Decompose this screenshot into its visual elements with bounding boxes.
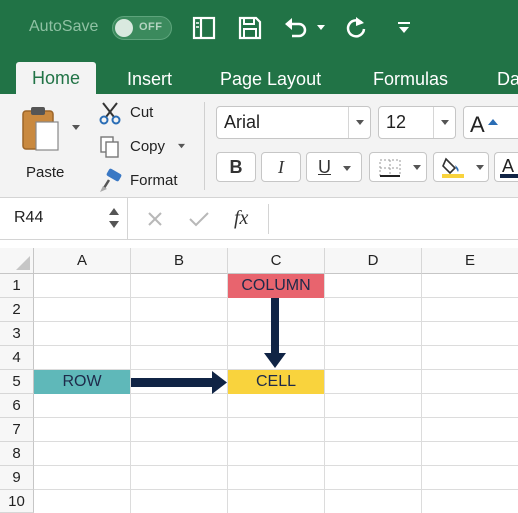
font-name-dropdown-icon [348, 107, 370, 138]
cancel-icon[interactable] [146, 210, 164, 228]
grid-line [34, 345, 518, 346]
formula-bar: R44 fx [0, 198, 518, 240]
tab-insert[interactable]: Insert [127, 65, 172, 94]
row-header-10[interactable]: 10 [0, 490, 34, 513]
row-header-9[interactable]: 9 [0, 466, 34, 490]
font-name-select[interactable]: Arial [216, 106, 371, 139]
cell-c5-cell[interactable]: CELL [228, 370, 324, 394]
font-name-value: Arial [224, 112, 261, 132]
clipboard-icon [22, 107, 59, 151]
undo-icon[interactable] [282, 14, 310, 42]
italic-button[interactable]: I [261, 152, 301, 182]
grid-line [324, 274, 325, 513]
format-label: Format [130, 172, 178, 189]
arrow-right-icon [131, 378, 213, 387]
grid-line [34, 465, 518, 466]
cut-label: Cut [130, 104, 154, 121]
row-header-5[interactable]: 5 [0, 370, 34, 394]
row-header-2[interactable]: 2 [0, 298, 34, 322]
arrow-right-head-icon [212, 371, 227, 394]
svg-text:A: A [470, 113, 485, 135]
autosave-state: OFF [139, 21, 163, 33]
grid-line [130, 274, 131, 513]
row-header-3[interactable]: 3 [0, 322, 34, 346]
underline-dropdown-icon[interactable] [342, 165, 352, 173]
column-header-e[interactable]: E [422, 248, 518, 274]
row-header-7[interactable]: 7 [0, 418, 34, 442]
copy-button[interactable]: Copy [96, 134, 192, 160]
formula-input[interactable] [278, 209, 508, 229]
paint-bucket-icon [442, 157, 464, 178]
worksheet-grid: A B C D E 1 2 3 4 5 6 7 8 9 10 COLUMN RO… [0, 240, 518, 513]
arrow-down-head-icon [264, 353, 286, 368]
font-size-value: 12 [386, 112, 407, 132]
cut-button[interactable]: Cut [96, 100, 186, 126]
ribbon-divider [204, 102, 205, 190]
autosave-toggle[interactable]: OFF [112, 16, 172, 40]
column-header-c[interactable]: C [228, 248, 325, 274]
grid-line [421, 274, 422, 513]
select-all-triangle-icon [16, 256, 30, 270]
toggle-knob [115, 19, 133, 37]
grid-line [34, 321, 518, 322]
arrow-down-icon [271, 298, 279, 355]
font-size-dropdown-icon [433, 107, 455, 138]
row-header-6[interactable]: 6 [0, 394, 34, 418]
font-color-icon: A [500, 156, 518, 178]
save-icon[interactable] [236, 14, 264, 42]
sidebar-icon[interactable] [190, 14, 218, 42]
autosave-label: AutoSave [29, 18, 99, 35]
row-header-8[interactable]: 8 [0, 442, 34, 466]
tab-data[interactable]: Da [497, 65, 518, 94]
tab-formulas[interactable]: Formulas [373, 65, 448, 94]
title-bar: AutoSave OFF [0, 0, 518, 60]
grid-line [34, 489, 518, 490]
tab-home[interactable]: Home [16, 62, 97, 94]
font-color-button[interactable]: A [494, 152, 518, 182]
copy-label: Copy [130, 138, 166, 155]
increase-font-icon: A [470, 113, 498, 135]
customize-icon[interactable] [396, 20, 412, 36]
copy-dropdown-icon [178, 143, 185, 149]
borders-dropdown-icon [413, 165, 421, 170]
svg-text:A: A [502, 156, 514, 176]
format-painter-button[interactable]: Format [96, 168, 192, 194]
increase-font-button[interactable]: A [463, 106, 518, 139]
fill-color-dropdown-icon [476, 165, 484, 170]
redo-icon[interactable] [342, 14, 370, 42]
grid-line [34, 441, 518, 442]
paste-dropdown-icon[interactable] [71, 124, 81, 132]
name-box-value: R44 [14, 209, 44, 226]
tab-page-layout[interactable]: Page Layout [220, 65, 321, 94]
cell-c1-column[interactable]: COLUMN [228, 274, 324, 298]
formula-separator [268, 204, 269, 234]
copy-icon [100, 136, 119, 158]
bold-button[interactable]: B [216, 152, 256, 182]
ribbon-home: Paste Cut Copy Format Arial 12 A B I U A [0, 94, 518, 198]
paste-button[interactable]: Paste [14, 100, 84, 186]
column-header-a[interactable]: A [34, 248, 131, 274]
insert-function-button[interactable]: fx [234, 207, 248, 230]
undo-dropdown-icon[interactable] [316, 24, 326, 32]
name-box-stepper-icon[interactable] [108, 205, 120, 231]
name-box[interactable]: R44 [0, 198, 128, 239]
enter-check-icon[interactable] [188, 210, 210, 228]
font-size-select[interactable]: 12 [378, 106, 456, 139]
select-all-button[interactable] [0, 248, 34, 274]
cell-a5-row[interactable]: ROW [34, 370, 130, 394]
underline-button[interactable]: U [306, 152, 362, 182]
borders-icon [379, 159, 401, 177]
scissors-icon [99, 102, 121, 125]
borders-button[interactable] [369, 152, 427, 182]
paste-label: Paste [26, 164, 65, 181]
ribbon-tabs: Home Insert Page Layout Formulas Da [0, 60, 518, 94]
row-header-4[interactable]: 4 [0, 346, 34, 370]
column-header-b[interactable]: B [131, 248, 228, 274]
fill-color-button[interactable] [433, 152, 489, 182]
row-header-1[interactable]: 1 [0, 274, 34, 298]
format-painter-icon [100, 168, 122, 192]
grid-line [34, 417, 518, 418]
column-header-d[interactable]: D [325, 248, 422, 274]
